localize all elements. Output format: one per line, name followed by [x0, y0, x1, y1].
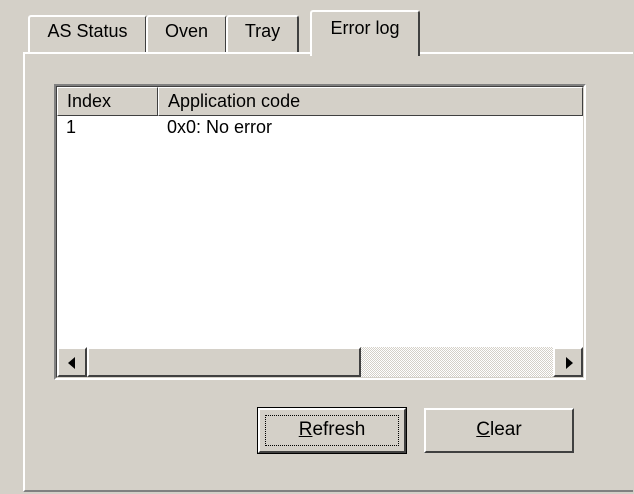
tab-error-log[interactable]: Error log	[310, 10, 420, 56]
scroll-right-arrow-icon	[566, 357, 573, 369]
refresh-button[interactable]: Refresh	[257, 407, 407, 454]
scroll-left-arrow-icon	[68, 357, 75, 369]
scrollbar-thumb[interactable]	[87, 347, 361, 377]
list-header: Index Application code	[57, 87, 583, 116]
scroll-left-button[interactable]	[57, 347, 87, 377]
column-header-index[interactable]: Index	[57, 87, 158, 116]
tab-as-status-label: AS Status	[47, 21, 128, 41]
scroll-right-button[interactable]	[553, 347, 583, 377]
column-header-application-code[interactable]: Application code	[158, 87, 583, 116]
horizontal-scrollbar[interactable]	[57, 347, 583, 377]
cell-application-code: 0x0: No error	[167, 117, 273, 137]
clear-button-label: Clear	[476, 419, 522, 440]
error-log-list[interactable]: Index Application code 1 0x0: No error	[54, 84, 586, 380]
tab-as-status[interactable]: AS Status	[28, 15, 147, 53]
tab-tray[interactable]: Tray	[226, 15, 299, 53]
clear-button[interactable]: Clear	[424, 408, 574, 453]
list-rows: 1 0x0: No error	[57, 116, 583, 140]
refresh-button-label: Refresh	[298, 419, 366, 440]
list-item[interactable]: 1 0x0: No error	[57, 116, 583, 140]
cell-index: 1	[66, 117, 77, 137]
tab-error-log-label: Error log	[330, 18, 400, 38]
tab-tray-label: Tray	[244, 21, 281, 41]
tab-oven[interactable]: Oven	[146, 15, 227, 53]
tab-oven-label: Oven	[164, 21, 209, 41]
